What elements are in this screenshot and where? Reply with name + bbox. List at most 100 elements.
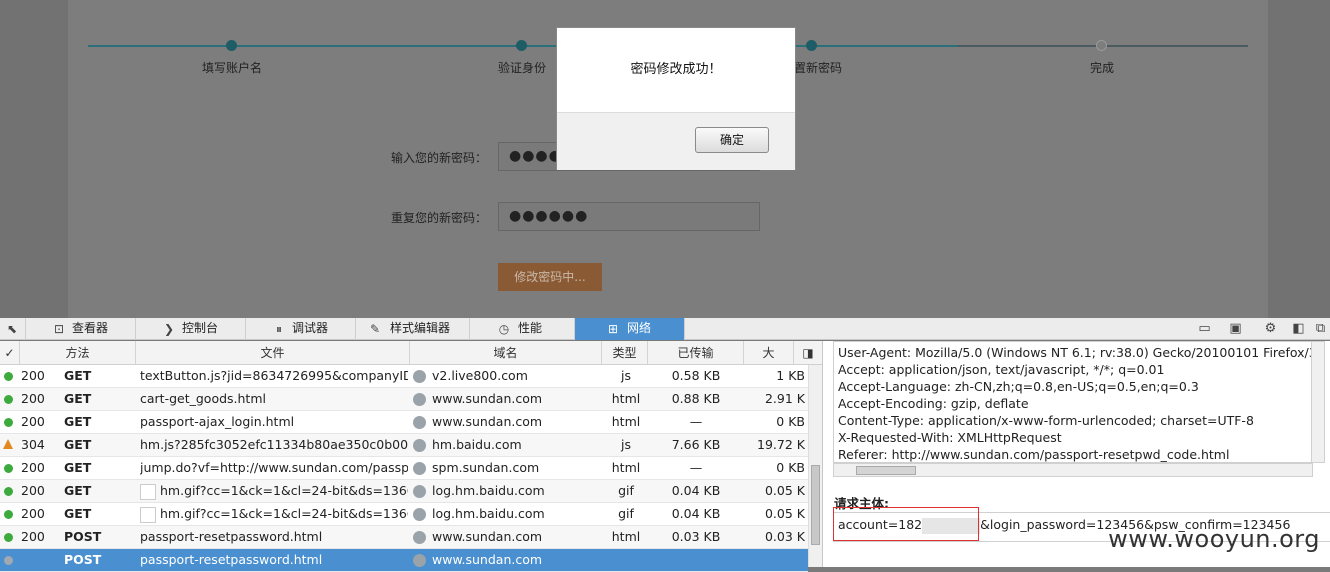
step-dot-1	[226, 40, 237, 51]
row-file: hm.gif?cc=1&ck=1&cl=24-bit&ds=1366...	[140, 480, 408, 502]
submit-button[interactable]: 修改密码中...	[498, 263, 602, 291]
row-domain-label: hm.baidu.com	[432, 437, 522, 452]
console-icon: ❯	[163, 322, 175, 336]
table-row[interactable]: 200 GET passport-ajax_login.html www.sundan…	[0, 411, 808, 434]
row-status	[21, 549, 61, 571]
row-domain: spm.sundan.com	[413, 457, 603, 479]
col-file[interactable]: 文件	[136, 341, 410, 365]
row-transferred: 0.03 KB	[671, 529, 721, 544]
row-size: 2.91 K	[764, 391, 805, 406]
row-transferred: 0.04 KB	[671, 483, 721, 498]
col-domain[interactable]: 域名	[410, 341, 602, 365]
row-transferred: —	[689, 414, 703, 429]
row-domain-label: v2.live800.com	[432, 368, 528, 383]
row-size: 0 KB	[776, 414, 805, 429]
row-file: cart-get_goods.html	[140, 388, 408, 410]
status-dot-icon	[4, 510, 13, 519]
pick-element-button[interactable]: ⬉	[0, 318, 26, 340]
hscroll-thumb[interactable]	[856, 466, 916, 475]
header-line: Accept-Language: zh-CN,zh;q=0.8,en-US;q=…	[838, 379, 1199, 394]
row-type: js	[621, 437, 631, 452]
tab-debugger[interactable]: ⏸ 调试器	[246, 318, 356, 340]
tab-style-editor[interactable]: ✎ 样式编辑器	[356, 318, 470, 340]
row-file-label: hm.gif?cc=1&ck=1&cl=24-bit&ds=1366...	[160, 483, 408, 498]
responsive-icon[interactable]: ▣	[1228, 321, 1243, 336]
tab-inspector[interactable]: ⊡ 查看器	[26, 318, 136, 340]
dock-icon[interactable]: ◧	[1291, 321, 1306, 336]
columns-menu-icon[interactable]: ◨	[794, 341, 822, 365]
row-domain: www.sundan.com	[413, 388, 603, 410]
tab-performance-label: 性能	[518, 321, 543, 335]
row-type	[604, 549, 648, 571]
row-domain-label: log.hm.baidu.com	[432, 506, 545, 521]
row-status: 304	[21, 437, 45, 452]
row-status: 200	[21, 529, 45, 544]
tab-performance[interactable]: ◷ 性能	[470, 318, 575, 340]
row-domain-label: www.sundan.com	[432, 414, 543, 429]
row-transferred: 0.04 KB	[671, 506, 721, 521]
globe-icon	[413, 485, 426, 498]
row-file: hm.js?285fc3052efc11334b80ae350c0b00f7	[140, 434, 408, 456]
row-type: html	[611, 391, 641, 406]
row-file: textButton.js?jid=8634726995&companyID=.…	[140, 365, 408, 387]
row-domain: log.hm.baidu.com	[413, 480, 603, 502]
status-dot-icon	[4, 464, 13, 473]
col-method[interactable]: 方法	[20, 341, 136, 365]
request-details-panel: User-Agent: Mozilla/5.0 (Windows NT 6.1;…	[822, 341, 1330, 567]
row-file-label: hm.js?285fc3052efc11334b80ae350c0b00f7	[140, 437, 408, 452]
table-row[interactable]: 200 GET cart-get_goods.html www.sundan.com h…	[0, 388, 808, 411]
tab-console[interactable]: ❯ 控制台	[136, 318, 246, 340]
network-panel: ✓ 方法 文件 域名 类型 已传输 大 ◨ 200 GET textButton.j…	[0, 341, 822, 572]
headers-horizontal-scrollbar[interactable]	[833, 463, 1313, 477]
table-row[interactable]: 200 GET textButton.js?jid=8634726995&compa…	[0, 365, 808, 388]
tab-network-label: 网络	[627, 321, 652, 335]
col-transferred[interactable]: 已传输	[648, 341, 744, 365]
image-thumbnail-icon	[140, 506, 156, 523]
ok-button[interactable]: 确定	[695, 127, 769, 153]
watermark: www.wooyun.org	[1108, 525, 1320, 553]
row-method: POST	[64, 529, 102, 544]
status-dot-icon	[4, 556, 13, 565]
row-size: 0 KB	[776, 460, 805, 475]
row-size: 0.05 K	[764, 483, 805, 498]
row-type: js	[621, 368, 631, 383]
table-row[interactable]: 200 GET hm.gif?cc=1&ck=1&cl=24-bit&ds=1366…	[0, 503, 808, 526]
col-check[interactable]: ✓	[0, 341, 20, 365]
header-line: X-Requested-With: XMLHttpRequest	[838, 430, 1062, 445]
table-row[interactable]: POST passport-resetpassword.html www.sunda…	[0, 549, 808, 572]
cursor-icon: ⬉	[6, 322, 18, 336]
table-row[interactable]: 304 GET hm.js?285fc3052efc11334b80ae350c0b…	[0, 434, 808, 457]
status-dot-icon	[4, 418, 13, 427]
step-dot-2	[516, 40, 527, 51]
headers-vertical-scrollbar[interactable]	[1311, 341, 1325, 463]
table-row[interactable]: 200 POST passport-resetpassword.html www.su…	[0, 526, 808, 549]
gear-icon[interactable]: ⚙	[1263, 321, 1278, 336]
row-transferred	[650, 549, 742, 571]
step-dot-4	[1096, 40, 1107, 51]
inspector-icon: ⊡	[53, 322, 65, 336]
col-type[interactable]: 类型	[602, 341, 648, 365]
tab-debugger-label: 调试器	[292, 321, 329, 335]
style-editor-icon: ✎	[369, 322, 381, 336]
table-row[interactable]: 200 GET jump.do?vf=http://www.sundan.com/p…	[0, 457, 808, 480]
scroll-thumb[interactable]	[811, 465, 820, 545]
debugger-icon: ⏸	[275, 322, 282, 336]
undock-icon[interactable]: ⧉	[1313, 321, 1328, 336]
request-list-scrollbar[interactable]	[808, 365, 822, 567]
image-thumbnail-icon	[140, 483, 156, 500]
row-file: passport-resetpassword.html	[140, 526, 408, 548]
split-console-icon[interactable]: ▭	[1197, 321, 1212, 336]
row-transferred: —	[689, 460, 703, 475]
row-method: GET	[64, 391, 92, 406]
row-size	[745, 549, 807, 571]
performance-icon: ◷	[498, 322, 510, 336]
row-domain-label: spm.sundan.com	[432, 460, 540, 475]
row-domain-label: www.sundan.com	[432, 552, 543, 567]
repeat-password-input[interactable]: ●●●●●●	[498, 202, 760, 231]
col-size[interactable]: 大	[744, 341, 794, 365]
row-domain: www.sundan.com	[413, 526, 603, 548]
tab-network[interactable]: ⊞ 网络	[575, 318, 685, 340]
table-row[interactable]: 200 GET hm.gif?cc=1&ck=1&cl=24-bit&ds=1366…	[0, 480, 808, 503]
step-label-1: 填写账户名	[202, 61, 263, 75]
network-table-header: ✓ 方法 文件 域名 类型 已传输 大 ◨	[0, 341, 822, 365]
